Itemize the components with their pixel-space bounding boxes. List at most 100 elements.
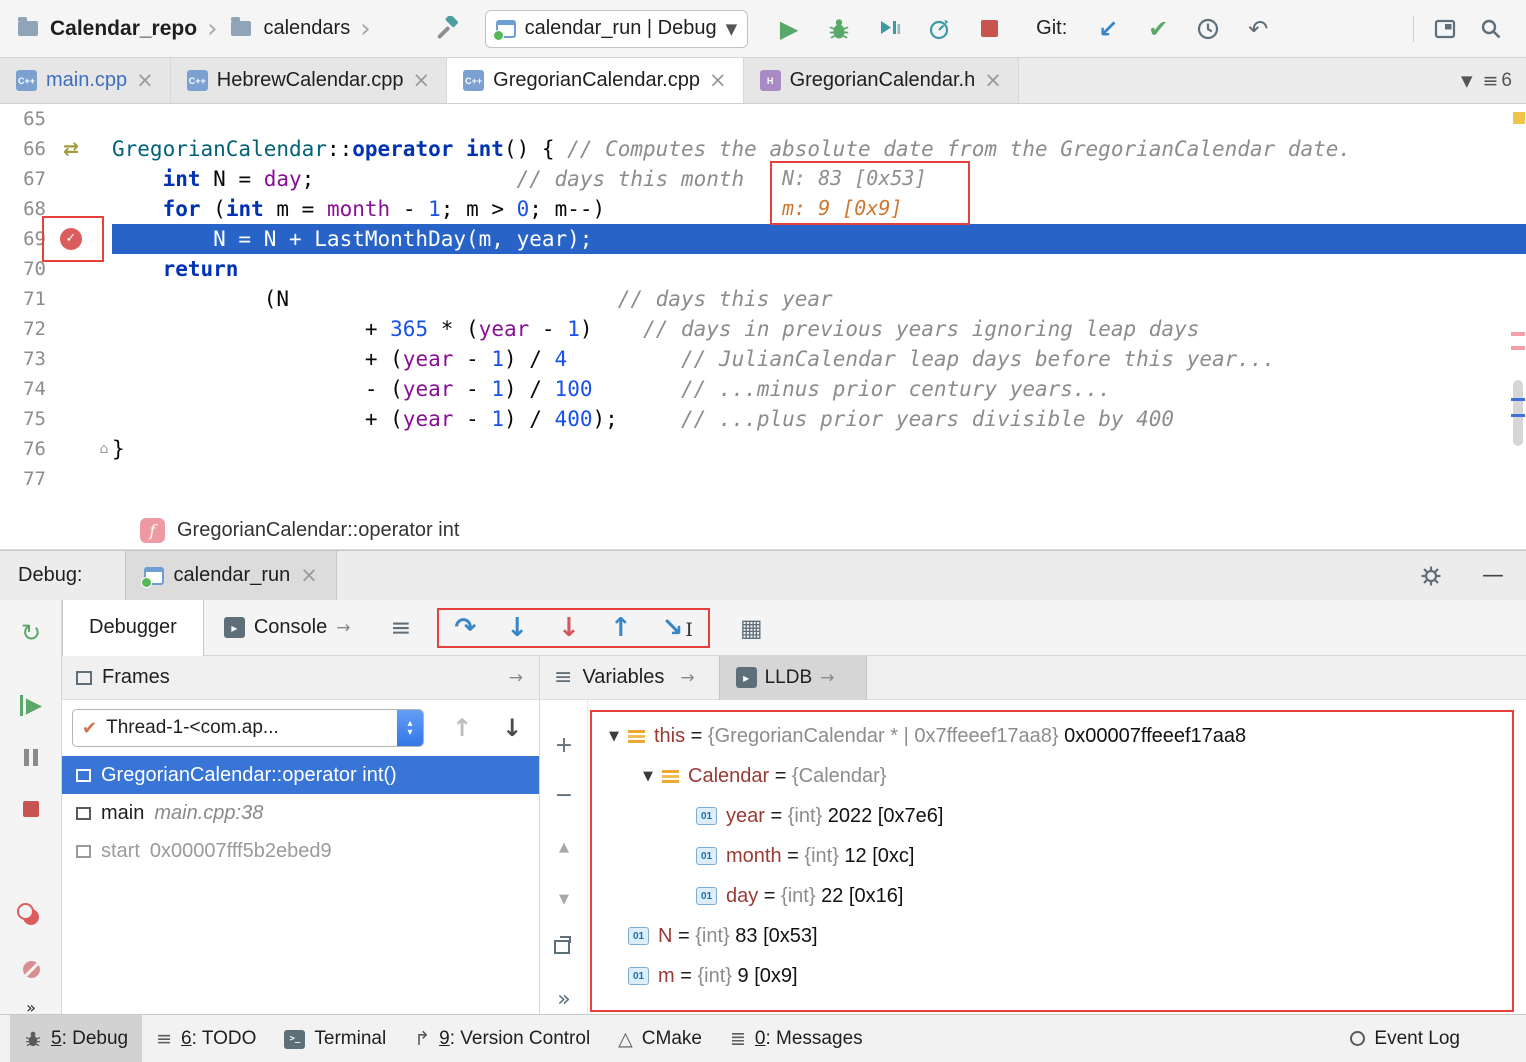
debug-pause-button[interactable] [0,740,62,774]
stop-button[interactable] [974,14,1004,44]
step-out-icon[interactable]: ↑ [610,615,632,641]
code-line[interactable]: 69✓ N = N + LastMonthDay(m, year); [0,224,1526,254]
debug-button[interactable] [824,14,854,44]
vcs-rollback-icon[interactable]: ↶ [1243,14,1273,44]
thread-selector[interactable]: ✔ Thread-1-<com.ap... ▴▾ [72,709,424,747]
editor-tab[interactable]: HGregorianCalendar.h× [744,58,1019,103]
editor-tab[interactable]: C++HebrewCalendar.cpp× [171,58,447,103]
breadcrumb-folder[interactable]: calendars [263,17,350,40]
toolbar-separator [1413,16,1414,42]
editor-scrollbar[interactable] [1510,104,1526,512]
variable-row[interactable]: 01year = {int} 2022 [0x7e6] [592,796,1512,836]
editor-tab[interactable]: C++GregorianCalendar.cpp× [447,58,743,103]
debug-resume-button[interactable]: ▶ [0,688,62,722]
build-hammer-icon[interactable] [433,14,463,44]
close-tab-icon[interactable]: × [709,70,727,91]
vcs-history-clock-icon[interactable] [1193,14,1223,44]
statusbar-tab-cmake[interactable]: △CMake [604,1015,716,1062]
expander-icon[interactable]: ▼ [634,769,662,784]
statusbar-tab-event-log[interactable]: Event Log [1336,1015,1474,1062]
close-tab-icon[interactable]: × [136,70,154,91]
step-into-icon[interactable]: ↓ [506,615,528,641]
hidden-tabs-control[interactable]: ≡ 6 [1483,70,1513,92]
code-line[interactable]: 75 + (year - 1) / 400); // ...plus prior… [0,404,1526,434]
code-line[interactable]: 74 - (year - 1) / 100 // ...minus prior … [0,374,1526,404]
statusbar-tab-terminal[interactable]: >_Terminal [270,1015,400,1062]
add-watch-icon[interactable]: + [540,730,588,760]
vcs-update-icon[interactable]: ↙ [1093,14,1123,44]
force-step-into-icon[interactable]: ↓ [558,615,580,641]
debug-stop-button[interactable] [0,792,62,826]
run-button[interactable]: ▶ [774,14,804,44]
debug-session-tab[interactable]: calendar_run × [125,551,337,601]
vcs-commit-check-icon[interactable]: ✔ [1143,14,1173,44]
previous-frame-arrow-icon[interactable]: ↑ [452,714,472,742]
code-line[interactable]: 73 + (year - 1) / 4 // JulianCalendar le… [0,344,1526,374]
code-line[interactable]: 72 + 365 * (year - 1) // days in previou… [0,314,1526,344]
search-everywhere-icon[interactable] [1476,14,1506,44]
variable-row[interactable]: ▼Calendar = {Calendar} [592,756,1512,796]
variable-row[interactable]: ▼this = {GregorianCalendar * | 0x7ffeeef… [592,716,1512,756]
statusbar-tab-5-debug[interactable]: 5: Debug [10,1015,142,1062]
editor-tab[interactable]: C++main.cpp× [0,58,171,103]
tab-lldb[interactable]: ▸ LLDB → [719,656,868,700]
variable-row[interactable]: 01month = {int} 12 [0xc] [592,836,1512,876]
scrollbar-thumb[interactable] [1513,380,1523,446]
debug-rerun-button[interactable]: ↻ [0,616,62,650]
step-over-icon[interactable]: ↷ [454,615,476,641]
breadcrumb-project[interactable]: Calendar_repo [50,17,197,41]
code-line[interactable]: 71 (N // days this year [0,284,1526,314]
code-line[interactable]: 76⌂} [0,434,1526,464]
frame-row[interactable]: mainmain.cpp:38 [62,794,539,832]
close-tab-icon[interactable]: × [984,70,1002,91]
variable-row[interactable]: 01m = {int} 9 [0x9] [592,956,1512,996]
statusbar-tab-0-messages[interactable]: ≣0: Messages [716,1015,877,1062]
run-to-cursor-icon[interactable]: ↘I [662,615,693,641]
next-frame-arrow-icon[interactable]: ↓ [502,714,522,742]
variable-name: N [658,925,672,948]
fold-marker-icon[interactable]: ⌂ [100,434,109,464]
tabs-dropdown-icon[interactable]: ▼ [1461,72,1473,90]
code-line[interactable]: 65 [0,104,1526,134]
more-icon[interactable]: » [540,984,588,1014]
pin-icon[interactable]: → [820,668,834,688]
frame-row[interactable]: GregorianCalendar::operator int() [62,756,539,794]
remove-watch-icon[interactable]: − [540,780,588,810]
code-line[interactable]: 66⇄GregorianCalendar::operator int() { /… [0,134,1526,164]
code-line[interactable]: 70 return [0,254,1526,284]
combo-arrows-icon[interactable]: ▴▾ [397,709,423,747]
settings-gear-icon[interactable] [1416,561,1446,591]
pin-icon[interactable]: → [509,668,523,688]
code-line[interactable]: 77 [0,464,1526,494]
layout-settings-icon[interactable]: ≡ [390,613,411,642]
move-down-icon[interactable]: ▼ [540,884,588,914]
restore-layout-grid-icon[interactable]: ▦ [740,614,763,642]
frame-row[interactable]: start0x00007fff5b2ebed9 [62,832,539,870]
debug-mute-breakpoints-button[interactable] [0,952,62,986]
variable-row[interactable]: 01N = {int} 83 [0x53] [592,916,1512,956]
tab-console[interactable]: ▸ Console → [204,600,371,656]
run-with-coverage-button[interactable] [874,14,904,44]
code-line[interactable]: 68 for (int m = month - 1; m > 0; m--) [0,194,1526,224]
pin-icon[interactable]: → [336,618,350,638]
console-tab-label: Console [254,616,327,639]
pin-icon[interactable]: → [680,668,694,688]
close-session-icon[interactable]: × [300,565,318,586]
move-up-icon[interactable]: ▲ [540,832,588,862]
statusbar-tab-6-todo[interactable]: ≡6: TODO [142,1015,270,1062]
run-config-select[interactable]: calendar_run | Debug ▼ [485,10,749,48]
tab-debugger[interactable]: Debugger [62,600,204,656]
window-layout-icon[interactable] [1430,14,1460,44]
duplicate-watch-icon[interactable] [540,932,588,962]
code-line[interactable]: 67 int N = day; // days this month [0,164,1526,194]
minimize-icon[interactable]: — [1482,563,1504,588]
debug-view-breakpoints-button[interactable] [0,900,62,934]
code-editor[interactable]: 6566⇄GregorianCalendar::operator int() {… [0,104,1526,512]
folder-icon [231,21,251,36]
statusbar-tab-9-version-control[interactable]: ↱9: Version Control [400,1015,604,1062]
profiler-button[interactable] [924,14,954,44]
variable-row[interactable]: 01day = {int} 22 [0x16] [592,876,1512,916]
expander-icon[interactable]: ▼ [600,729,628,744]
close-tab-icon[interactable]: × [413,70,431,91]
function-name[interactable]: GregorianCalendar::operator int [177,519,459,542]
